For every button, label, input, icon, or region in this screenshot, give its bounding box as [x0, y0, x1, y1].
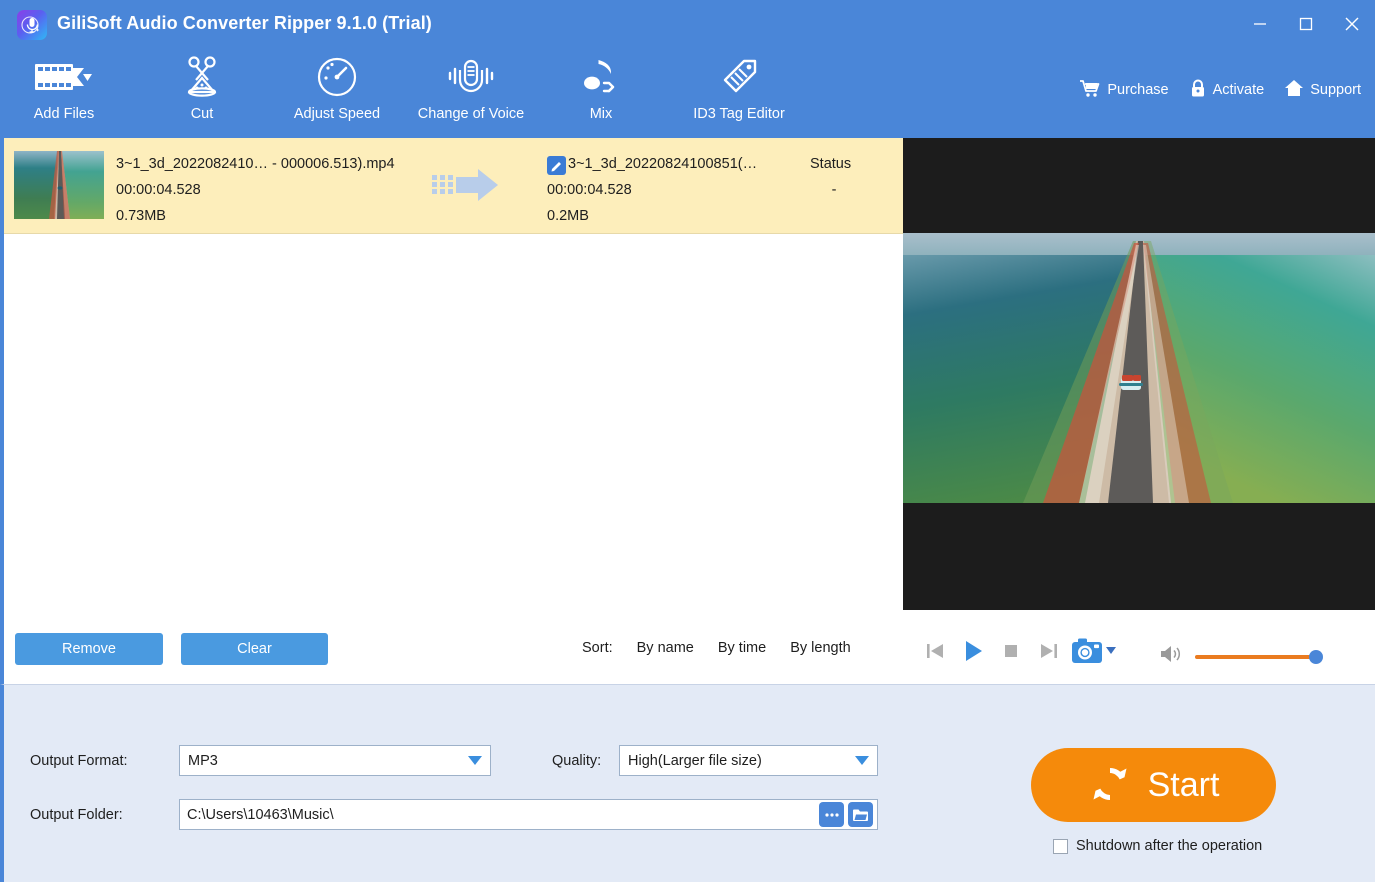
output-file-info: 3~1_3d_20220824100851(… 00:00:04.528 0.2… [547, 151, 757, 229]
minimize-button[interactable] [1237, 1, 1283, 47]
play-icon[interactable] [954, 634, 992, 668]
output-file-name-row: 3~1_3d_20220824100851(… [547, 151, 757, 177]
speaker-icon[interactable] [1159, 644, 1183, 669]
toolbar-item-mix[interactable]: Mix [556, 52, 646, 136]
toolbar-item-adjust-speed[interactable]: Adjust Speed [272, 52, 402, 136]
toolbar-label-id3-tag-editor: ID3 Tag Editor [693, 106, 785, 122]
chevron-down-icon [847, 756, 877, 765]
window-controls [1237, 0, 1375, 48]
tag-pencil-icon [717, 52, 761, 102]
clear-button[interactable]: Clear [181, 633, 328, 665]
start-label: Start [1148, 766, 1220, 805]
output-size: 0.2MB [547, 203, 757, 229]
table-row[interactable]: 3~1_3d_2022082410… - 000006.513).mp4 00:… [4, 138, 903, 234]
output-format-value: MP3 [180, 753, 460, 769]
support-button[interactable]: Support [1284, 78, 1361, 102]
skip-previous-icon[interactable] [916, 634, 954, 668]
microphone-wave-icon [443, 52, 499, 102]
status-column: Status - [810, 151, 890, 203]
source-file-name: 3~1_3d_2022082410… - 000006.513).mp4 [116, 151, 395, 177]
toolbar-label-change-of-voice: Change of Voice [418, 106, 524, 122]
close-button[interactable] [1329, 1, 1375, 47]
player-controls [916, 634, 1118, 668]
toolbar-item-add-files[interactable]: Add Files [8, 52, 120, 136]
support-label: Support [1310, 82, 1361, 98]
sort-by-length[interactable]: By length [790, 640, 850, 656]
source-file-info: 3~1_3d_2022082410… - 000006.513).mp4 00:… [116, 151, 395, 229]
quality-label: Quality: [552, 753, 601, 769]
scissors-icon [179, 52, 225, 102]
output-file-name: 3~1_3d_20220824100851(… [568, 156, 757, 172]
maximize-button[interactable] [1283, 1, 1329, 47]
camera-icon[interactable] [1068, 634, 1118, 668]
aerial-road-thumbnail [14, 151, 104, 219]
output-duration: 00:00:04.528 [547, 177, 757, 203]
arrow-right-icon [432, 166, 502, 209]
toolbar-label-cut: Cut [191, 106, 214, 122]
activate-button[interactable]: Activate [1189, 78, 1265, 102]
output-format-label: Output Format: [30, 753, 128, 769]
start-button[interactable]: Start [1031, 748, 1276, 822]
toolbar-right-actions: Purchase Activate [1079, 78, 1361, 102]
header: GiliSoft Audio Converter Ripper 9.1.0 (T… [0, 0, 1375, 138]
home-icon [1284, 78, 1304, 102]
quality-select[interactable]: High(Larger file size) [619, 745, 878, 776]
toolbar-label-add-files: Add Files [34, 106, 94, 122]
add-files-icon [33, 52, 95, 102]
status-badge: - [810, 177, 858, 203]
output-folder-input[interactable]: C:\Users\10463\Music\ [179, 799, 878, 830]
toolbar-item-id3-tag-editor[interactable]: ID3 Tag Editor [660, 52, 818, 136]
window-title: GiliSoft Audio Converter Ripper 9.1.0 (T… [57, 13, 432, 34]
quality-value: High(Larger file size) [620, 753, 847, 769]
output-folder-value: C:\Users\10463\Music\ [180, 807, 819, 823]
chevron-down-icon [460, 756, 490, 765]
sort-by-name[interactable]: By name [637, 640, 694, 656]
open-folder-button[interactable] [848, 802, 873, 827]
edit-pencil-icon[interactable] [547, 156, 566, 175]
sort-label: Sort: [582, 640, 613, 656]
stop-icon[interactable] [992, 634, 1030, 668]
preview-frame [903, 233, 1375, 503]
speedometer-icon [315, 52, 359, 102]
browse-button[interactable] [819, 802, 844, 827]
file-list[interactable]: 3~1_3d_2022082410… - 000006.513).mp4 00:… [0, 138, 903, 618]
source-duration: 00:00:04.528 [116, 177, 395, 203]
app-icon [17, 10, 47, 40]
toolbar: Add Files Cut [0, 48, 1375, 138]
title-bar: GiliSoft Audio Converter Ripper 9.1.0 (T… [0, 0, 1375, 48]
application-window: GiliSoft Audio Converter Ripper 9.1.0 (T… [0, 0, 1375, 882]
purchase-label: Purchase [1107, 82, 1168, 98]
purchase-button[interactable]: Purchase [1079, 78, 1168, 102]
volume-slider-knob[interactable] [1309, 650, 1323, 664]
video-preview[interactable] [903, 138, 1375, 610]
toolbar-item-cut[interactable]: Cut [152, 52, 252, 136]
music-note-shuffle-icon [579, 52, 623, 102]
status-header: Status [810, 151, 890, 177]
shopping-cart-icon [1079, 78, 1101, 102]
refresh-circle-icon [1088, 762, 1132, 809]
volume-control[interactable] [1159, 644, 1317, 669]
output-format-select[interactable]: MP3 [179, 745, 491, 776]
shutdown-option[interactable]: Shutdown after the operation [1053, 838, 1262, 854]
shutdown-label: Shutdown after the operation [1076, 838, 1262, 854]
shutdown-checkbox[interactable] [1053, 839, 1068, 854]
control-strip: Remove Clear Sort: By name By time By le… [0, 618, 1375, 684]
output-folder-label: Output Folder: [30, 807, 123, 823]
skip-next-icon[interactable] [1030, 634, 1068, 668]
toolbar-label-mix: Mix [590, 106, 613, 122]
remove-button[interactable]: Remove [15, 633, 163, 665]
lock-icon [1189, 78, 1207, 102]
sort-group: Sort: By name By time By length [582, 640, 851, 656]
toolbar-item-change-of-voice[interactable]: Change of Voice [398, 52, 544, 136]
toolbar-label-adjust-speed: Adjust Speed [294, 106, 380, 122]
sort-by-time[interactable]: By time [718, 640, 766, 656]
volume-slider[interactable] [1195, 655, 1317, 659]
source-size: 0.73MB [116, 203, 395, 229]
activate-label: Activate [1213, 82, 1265, 98]
